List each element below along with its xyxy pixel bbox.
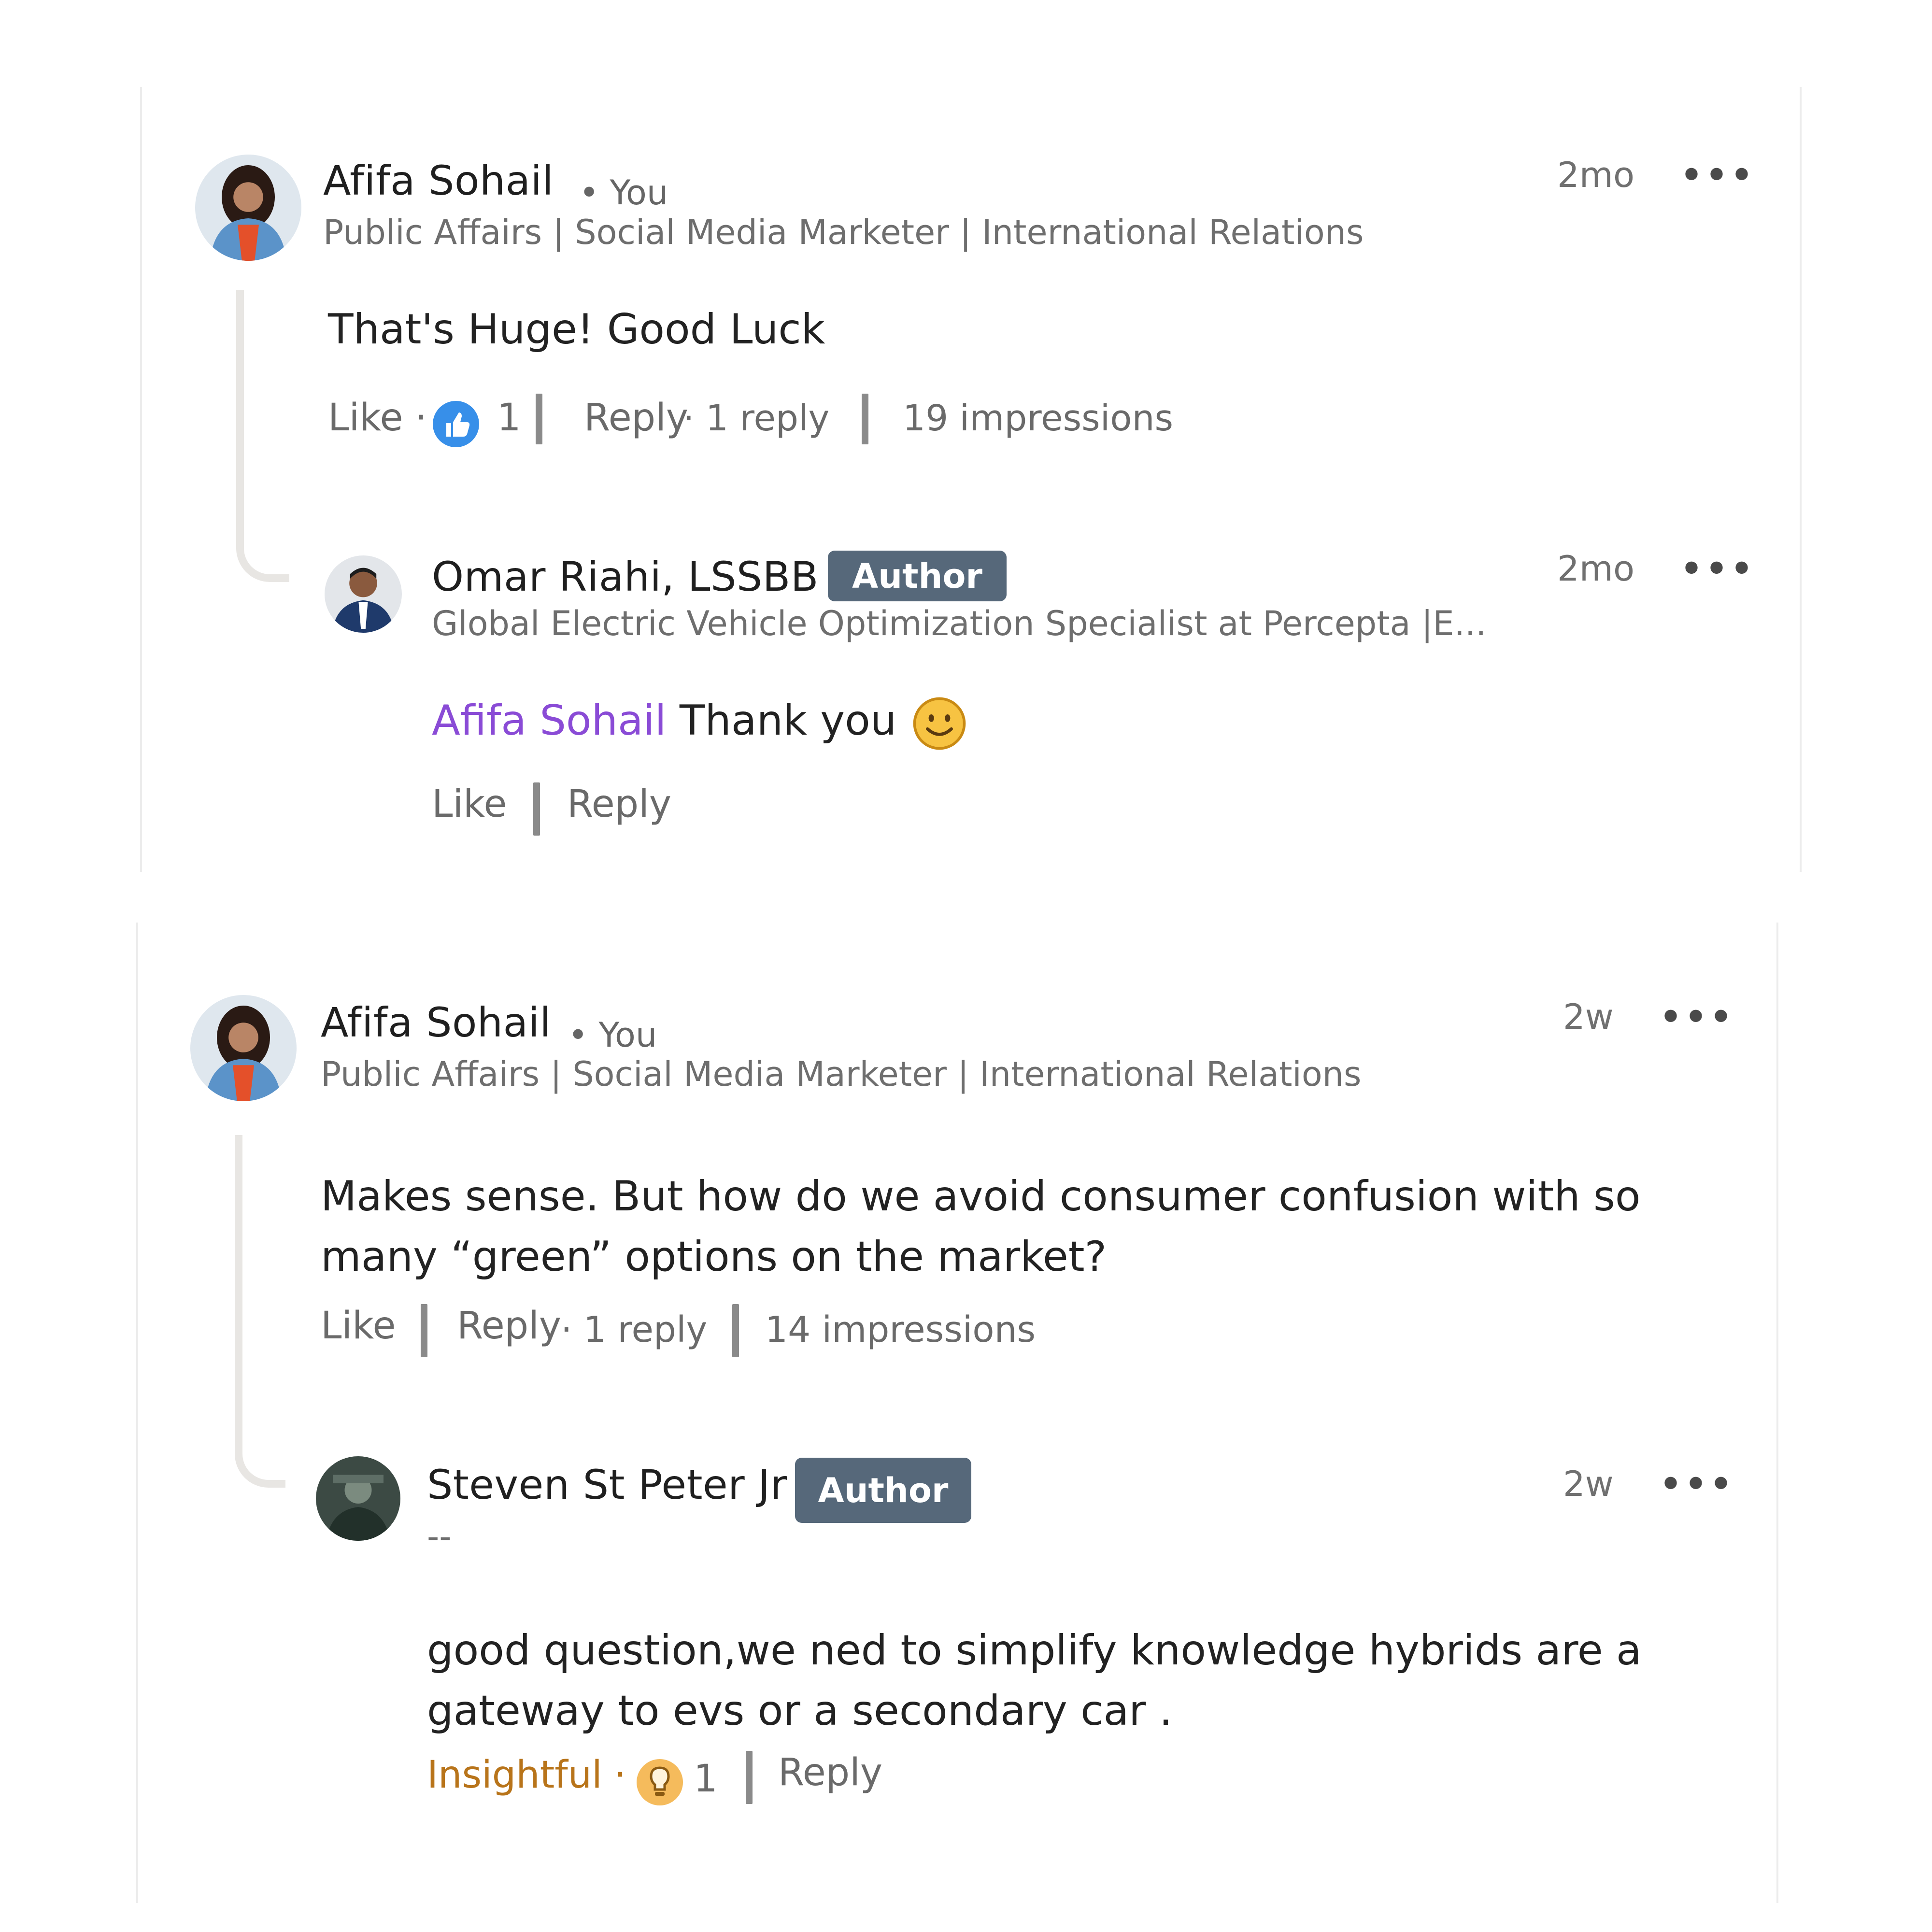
comment-card-2: Afifa Sohail • You Public Affairs | Soci… — [136, 923, 1778, 1903]
you-label: • You — [579, 173, 668, 213]
lightbulb-icon — [636, 1758, 684, 1806]
you-label: • You — [568, 1015, 657, 1055]
more-options-icon[interactable]: ••• — [1660, 996, 1735, 1037]
comment-text: Makes sense. But how do we avoid consume… — [321, 1172, 1641, 1281]
smiling-face-icon — [912, 696, 966, 751]
reply-text: good question,we ned to simplify knowled… — [427, 1626, 1642, 1735]
comment-card-1: Afifa Sohail • You Public Affairs | Soci… — [140, 87, 1802, 872]
reply-message: Thank you — [679, 696, 897, 745]
more-options-icon[interactable]: ••• — [1680, 548, 1756, 589]
more-options-icon[interactable]: ••• — [1660, 1463, 1735, 1504]
separator — [862, 394, 868, 444]
impressions-count[interactable]: 19 impressions — [903, 398, 1173, 439]
separator — [732, 1304, 739, 1357]
separator — [421, 1304, 427, 1357]
reply-count[interactable]: · 1 reply — [561, 1309, 707, 1350]
reply-button[interactable]: Reply — [567, 782, 671, 826]
separator — [746, 1751, 753, 1804]
timestamp: 2mo — [1557, 155, 1634, 195]
reaction-count[interactable]: 1 — [694, 1757, 718, 1801]
like-reaction-icon — [432, 400, 480, 448]
mention-link[interactable]: Afifa Sohail — [432, 696, 667, 745]
avatar[interactable] — [190, 995, 297, 1101]
like-button[interactable]: Like — [432, 782, 507, 826]
divider — [0, 877, 1932, 923]
reply-button[interactable]: Reply — [778, 1751, 882, 1794]
author-headline: Public Affairs | Social Media Marketer |… — [323, 213, 1364, 252]
separator — [533, 782, 540, 836]
thread-line — [235, 1135, 285, 1488]
reaction-count[interactable]: 1 — [497, 396, 521, 440]
reply-button[interactable]: Reply — [457, 1304, 561, 1348]
comment-author[interactable]: Afifa Sohail — [323, 157, 554, 204]
author-badge: Author — [828, 551, 1007, 601]
more-options-icon[interactable]: ••• — [1680, 155, 1756, 195]
like-button[interactable]: Like — [321, 1304, 396, 1348]
comment-text: That's Huge! Good Luck — [328, 305, 825, 354]
author-headline: Public Affairs | Social Media Marketer |… — [321, 1054, 1362, 1094]
timestamp: 2mo — [1557, 548, 1634, 589]
separator — [536, 394, 542, 444]
thread-line — [236, 290, 289, 582]
like-button[interactable]: Like · — [328, 396, 427, 440]
avatar[interactable] — [195, 155, 301, 261]
comment-author[interactable]: Afifa Sohail — [321, 999, 551, 1046]
impressions-count[interactable]: 14 impressions — [765, 1309, 1036, 1350]
reply-author[interactable]: Steven St Peter Jr — [427, 1461, 787, 1508]
timestamp: 2w — [1563, 1463, 1614, 1504]
reply-text: Afifa Sohail Thank you — [432, 691, 1736, 751]
avatar[interactable] — [325, 555, 402, 633]
insightful-reaction-button[interactable]: Insightful · — [427, 1753, 626, 1797]
reply-button[interactable]: Reply — [584, 396, 688, 440]
avatar[interactable] — [316, 1456, 400, 1541]
reply-count[interactable]: · 1 reply — [683, 398, 829, 439]
timestamp: 2w — [1563, 996, 1614, 1037]
reply-headline: Global Electric Vehicle Optimization Spe… — [432, 604, 1487, 643]
reply-author[interactable]: Omar Riahi, LSSBB — [432, 553, 819, 600]
reply-headline: -- — [427, 1517, 452, 1556]
author-badge: Author — [795, 1458, 971, 1523]
